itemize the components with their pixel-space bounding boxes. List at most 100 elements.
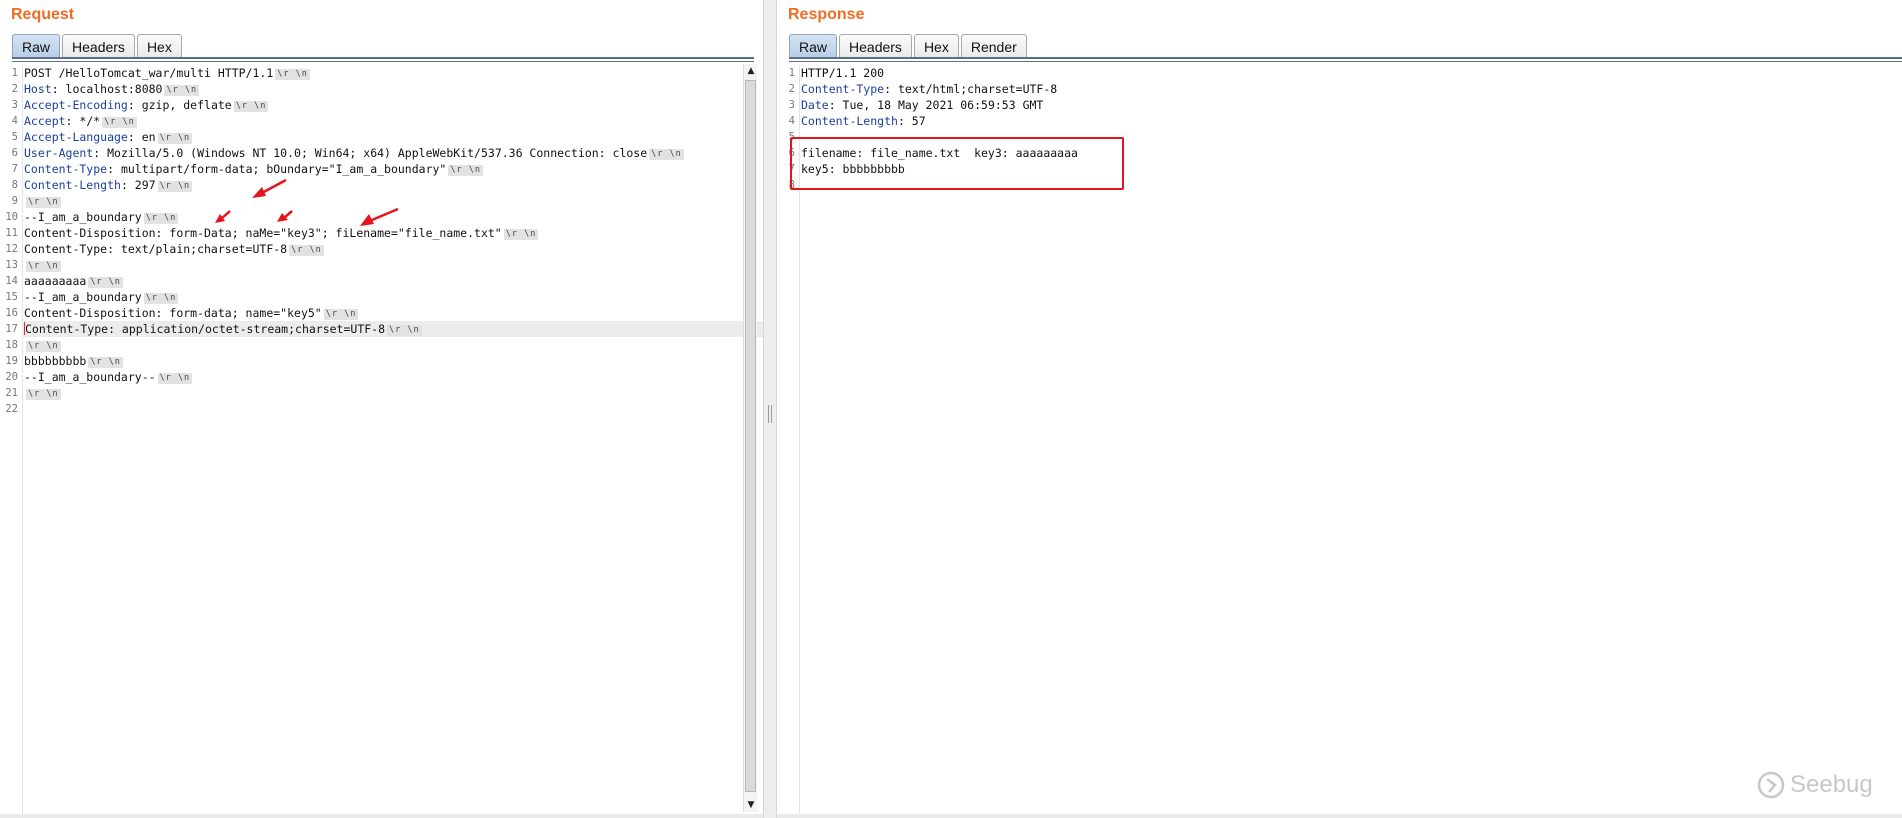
crlf-marker: \r \n <box>26 261 61 272</box>
crlf-marker: \r \n <box>88 277 123 288</box>
header-name: Content-Type <box>801 82 885 96</box>
line-number: 10 <box>5 211 18 223</box>
line-content: --I_am_a_boundary-- <box>24 370 156 384</box>
response-tab-headers[interactable]: Headers <box>839 34 912 58</box>
header-name: Accept-Language <box>24 130 128 144</box>
request-line[interactable]: 20 --I_am_a_boundary-- \r \n <box>5 369 763 385</box>
request-line[interactable]: 16 Content-Disposition: form-data; name="… <box>5 305 763 321</box>
request-line[interactable]: 14 aaaaaaaaa \r \n <box>5 273 763 289</box>
response-horizontal-scrollbar[interactable] <box>777 814 1902 818</box>
line-text: Content-Disposition: form-Data; naMe="ke… <box>22 226 539 240</box>
request-code[interactable]: 1 POST /HelloTomcat_war/multi HTTP/1.1 \r … <box>5 65 763 818</box>
header-name: Host <box>24 82 52 96</box>
line-text: Content-Type: text/plain;charset=UTF-8 \r… <box>22 242 324 256</box>
line-number: 1 <box>11 67 18 79</box>
crlf-marker: \r \n <box>503 229 539 240</box>
line-content: Content-Disposition: form-Data; naMe="ke… <box>24 226 502 240</box>
header-name: Date <box>801 98 829 112</box>
response-tab-render[interactable]: Render <box>960 34 1027 58</box>
crlf-marker: \r \n <box>157 133 193 144</box>
response-line[interactable]: 1 HTTP/1.1 200 <box>789 65 1902 81</box>
line-number: 16 <box>5 307 18 319</box>
request-line[interactable]: 5 Accept-Language: en \r \n <box>12 129 763 145</box>
line-text: Accept: */* \r \n <box>22 114 137 128</box>
response-pane: Response Raw Headers Hex Render 1 HTTP/1.… <box>777 0 1902 818</box>
response-line[interactable]: 2 Content-Type: text/html;charset=UTF-8 <box>789 81 1902 97</box>
line-content: --I_am_a_boundary <box>24 210 142 224</box>
request-line[interactable]: 1 POST /HelloTomcat_war/multi HTTP/1.1 \r … <box>12 65 763 81</box>
line-text: Accept-Encoding: gzip, deflate \r \n <box>22 98 269 112</box>
request-line[interactable]: 3 Accept-Encoding: gzip, deflate \r \n <box>12 97 763 113</box>
line-number: 1 <box>788 67 795 79</box>
crlf-marker: \r \n <box>26 389 61 400</box>
response-tab-hex[interactable]: Hex <box>913 34 959 58</box>
line-number: 19 <box>5 355 18 367</box>
line-content: Content-Type: application/octet-stream;c… <box>25 322 386 336</box>
line-content: : en <box>127 130 156 144</box>
request-title: Request <box>11 6 75 23</box>
request-line[interactable]: 19 bbbbbbbbb \r \n <box>5 353 763 369</box>
pane-splitter[interactable] <box>763 0 777 818</box>
annotation-arrow-icon <box>252 178 287 198</box>
line-number: 20 <box>5 371 18 383</box>
line-content: : Mozilla/5.0 (Windows NT 10.0; Win64; x… <box>93 146 648 160</box>
splitter-grip-icon[interactable] <box>768 405 772 423</box>
line-text: Content-Disposition: form-data; name="ke… <box>22 306 359 320</box>
line-number: 17 <box>5 323 18 335</box>
line-number: 8 <box>11 179 18 191</box>
line-number: 7 <box>11 163 18 175</box>
request-scroll-thumb[interactable] <box>745 80 756 792</box>
request-line[interactable]: 18 \r \n <box>5 337 763 353</box>
response-tabs: Raw Headers Hex Render <box>789 34 1027 58</box>
line-text: Date: Tue, 18 May 2021 06:59:53 GMT <box>799 98 1043 112</box>
line-text: --I_am_a_boundary \r \n <box>22 210 179 224</box>
response-title: Response <box>788 6 865 23</box>
line-content: : multipart/form-data; bOundary="I_am_a_… <box>107 162 447 176</box>
request-line[interactable]: 8 Content-Length: 297 \r \n <box>12 177 763 193</box>
annotation-arrow-icon <box>215 210 231 223</box>
scroll-up-arrow-icon[interactable]: ▲ <box>745 65 757 77</box>
line-number: 13 <box>5 259 18 271</box>
crlf-marker: \r \n <box>26 341 61 352</box>
request-line[interactable]: 6 User-Agent: Mozilla/5.0 (Windows NT 10.… <box>12 145 763 161</box>
request-tab-raw[interactable]: Raw <box>12 34 61 58</box>
response-line[interactable]: 4 Content-Length: 57 <box>789 113 1902 129</box>
request-vertical-scrollbar[interactable]: ▲ ▼ <box>743 64 757 812</box>
request-line[interactable]: 2 Host: localhost:8080 \r \n <box>12 81 763 97</box>
response-body-highlight-box <box>790 137 1124 190</box>
line-text: Content-Type: text/html;charset=UTF-8 <box>799 82 1057 96</box>
crlf-marker: \r \n <box>323 309 359 320</box>
header-name: Content-Length <box>801 114 898 128</box>
request-editor[interactable]: 1 POST /HelloTomcat_war/multi HTTP/1.1 \r … <box>0 65 763 818</box>
request-tab-hex[interactable]: Hex <box>136 34 182 58</box>
response-line[interactable]: 3 Date: Tue, 18 May 2021 06:59:53 GMT <box>789 97 1902 113</box>
line-number: 9 <box>11 195 18 207</box>
header-name: Accept <box>24 114 66 128</box>
line-content: bbbbbbbbb <box>24 354 87 368</box>
response-tab-underline <box>789 57 1902 62</box>
request-line[interactable]: 21 \r \n <box>5 385 763 401</box>
line-text: POST /HelloTomcat_war/multi HTTP/1.1 \r \… <box>22 66 310 80</box>
request-line[interactable]: 12 Content-Type: text/plain;charset=UTF-8… <box>5 241 763 257</box>
response-tab-raw[interactable]: Raw <box>789 34 838 58</box>
request-horizontal-scrollbar[interactable] <box>0 814 763 818</box>
annotation-arrow-icon <box>360 207 399 226</box>
request-line[interactable]: 17 Content-Type: application/octet-stream… <box>5 321 763 337</box>
header-name: Content-Length <box>24 178 121 192</box>
request-line[interactable]: 15 --I_am_a_boundary \r \n <box>5 289 763 305</box>
scroll-down-arrow-icon[interactable]: ▼ <box>745 799 757 811</box>
line-number: 5 <box>11 131 18 143</box>
request-line[interactable]: 13 \r \n <box>5 257 763 273</box>
crlf-marker: \r \n <box>387 325 422 336</box>
request-tab-headers[interactable]: Headers <box>62 34 135 58</box>
crlf-marker: \r \n <box>157 373 193 384</box>
request-line[interactable]: 7 Content-Type: multipart/form-data; bOun… <box>12 161 763 177</box>
line-number: 6 <box>11 147 18 159</box>
line-text: Content-Length: 297 \r \n <box>22 178 193 192</box>
line-content: HTTP/1.1 200 <box>801 66 885 80</box>
request-line[interactable]: 22 <box>5 401 763 417</box>
request-line[interactable]: 4 Accept: */* \r \n <box>12 113 763 129</box>
line-number: 2 <box>11 83 18 95</box>
line-text: --I_am_a_boundary \r \n <box>22 290 179 304</box>
line-content: : 57 <box>897 114 926 128</box>
